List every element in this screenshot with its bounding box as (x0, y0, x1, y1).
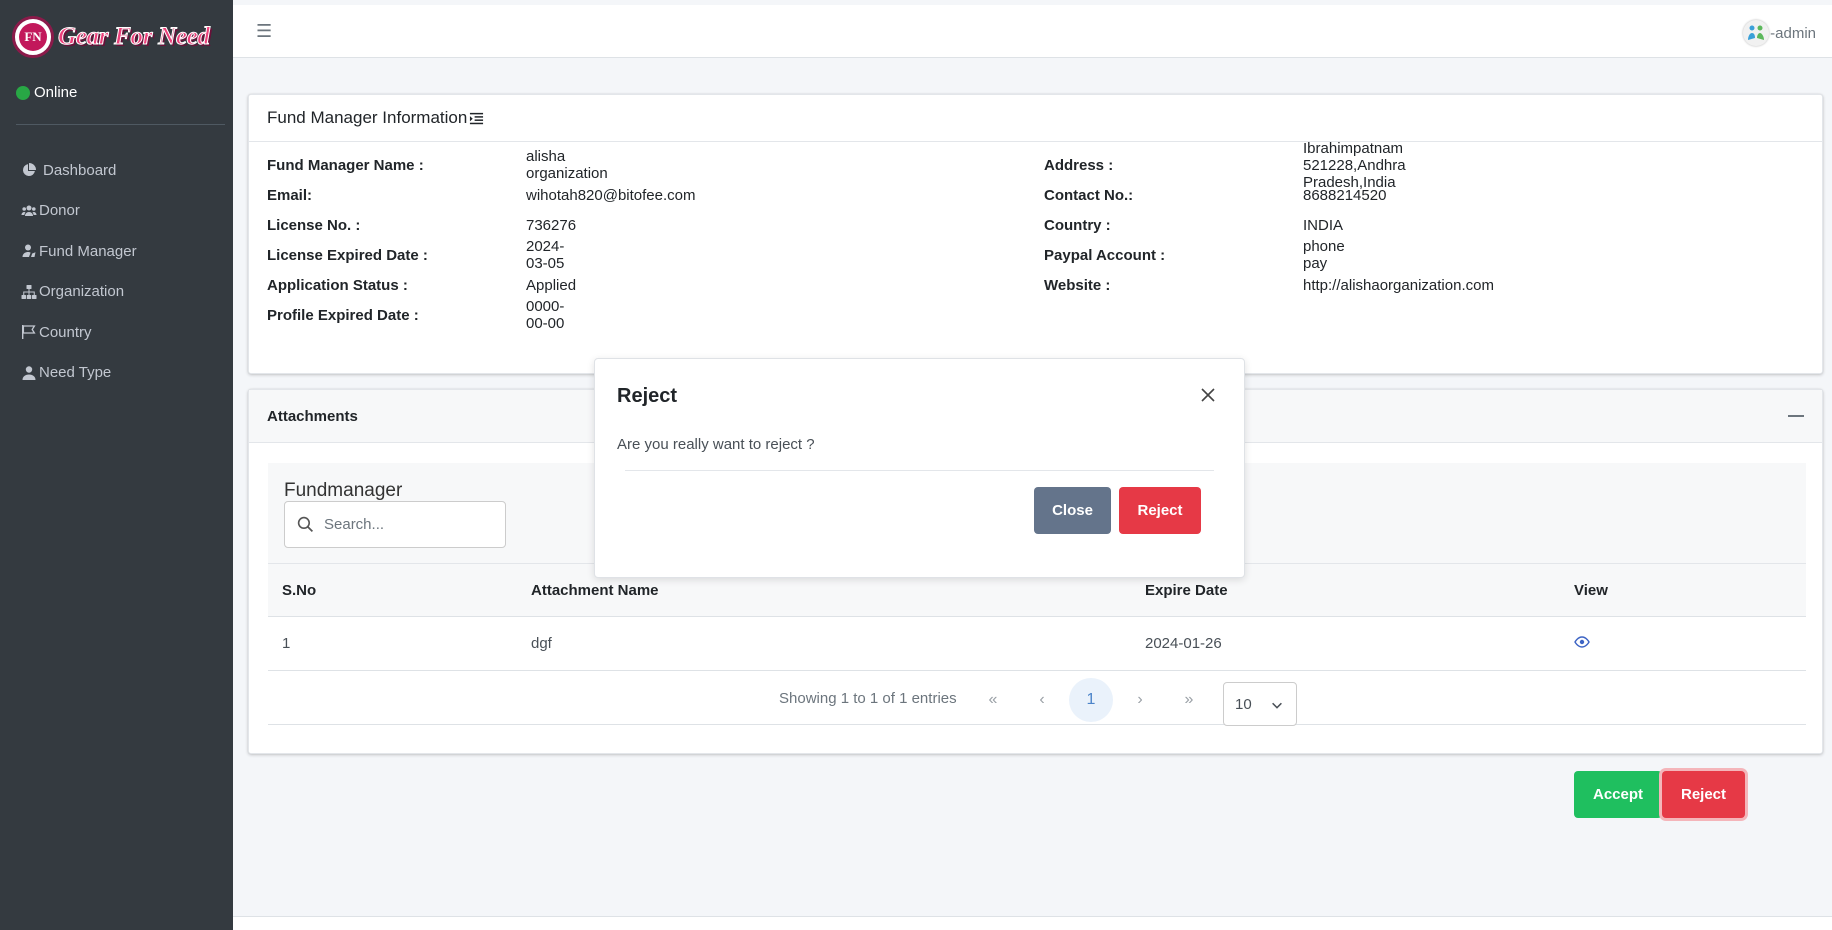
field-value: phone pay (1303, 238, 1345, 272)
prev-page-button[interactable]: ‹ (1020, 678, 1064, 722)
column-header-sno[interactable]: S.No (282, 582, 316, 599)
sidebar-nav: Dashboard Donor Fund Manager Organizatio… (0, 150, 233, 393)
field-value: Applied (526, 276, 577, 294)
cell-sno: 1 (282, 635, 291, 652)
page-button-1[interactable]: 1 (1069, 678, 1113, 722)
column-header-expire-date[interactable]: Expire Date (1145, 582, 1228, 599)
field-label: Fund Manager Name : (267, 156, 424, 174)
reject-modal: Reject Are you really want to reject ? C… (594, 358, 1245, 578)
sidebar: FN Gear For Need Online Dashboard Donor … (0, 0, 233, 930)
cell-expire-date: 2024-01-26 (1145, 635, 1222, 652)
field-value: http://alishaorganization.com (1303, 276, 1494, 294)
field-value: 0000-00-00 (526, 298, 565, 332)
modal-title: Reject (617, 385, 678, 407)
sidebar-item-country[interactable]: Country (0, 312, 233, 353)
sidebar-item-need-type[interactable]: Need Type (0, 353, 233, 394)
field-label: Address : (1044, 156, 1114, 174)
modal-message: Are you really want to reject ? (617, 436, 815, 453)
fund-manager-info-card: Fund Manager Information Fund Manager Na… (248, 94, 1823, 374)
sidebar-item-fund-manager[interactable]: Fund Manager (0, 231, 233, 272)
sidebar-item-label: Need Type (39, 364, 112, 382)
field-label: Website : (1044, 276, 1111, 294)
accept-button[interactable]: Accept (1574, 771, 1662, 818)
page-size-select[interactable]: 10 (1223, 682, 1297, 726)
logo-mark-text: FN (19, 23, 47, 51)
sidebar-item-label: Dashboard (43, 161, 117, 179)
sitemap-icon (21, 284, 37, 299)
reject-button[interactable]: Reject (1662, 771, 1745, 818)
field-label: License Expired Date : (267, 246, 428, 264)
sidebar-divider (16, 124, 225, 125)
page-size-value: 10 (1235, 695, 1252, 713)
pagination-info: Showing 1 to 1 of 1 entries (779, 690, 957, 707)
users-icon (21, 205, 37, 216)
user-menu[interactable]: -admin (1743, 20, 1816, 46)
field-value: Ibrahimpatnam 521228,Andhra Pradesh,Indi… (1303, 139, 1406, 191)
search-input[interactable] (324, 516, 484, 533)
column-header-view[interactable]: View (1574, 582, 1608, 599)
table-title: Fundmanager (284, 480, 403, 501)
attachments-title: Attachments (267, 407, 358, 425)
field-value: 8688214520 (1303, 186, 1387, 204)
user-name: -admin (1770, 24, 1816, 42)
next-page-button[interactable]: › (1118, 678, 1162, 722)
top-navbar: ☰ -admin (233, 5, 1832, 58)
field-value: INDIA (1303, 216, 1344, 234)
sidebar-item-donor[interactable]: Donor (0, 191, 233, 232)
online-label: Online (34, 84, 78, 101)
modal-divider (625, 470, 1214, 471)
hamburger-icon[interactable]: ☰ (256, 21, 272, 42)
info-card-title: Fund Manager Information (267, 108, 468, 127)
field-label: Contact No.: (1044, 186, 1134, 204)
online-status: Online (16, 84, 77, 101)
field-label: License No. : (267, 216, 361, 234)
info-card-header: Fund Manager Information (249, 95, 1822, 142)
brand-name: Gear For Need (58, 23, 211, 51)
online-dot-icon (16, 85, 30, 100)
table-row: 1 dgf 2024-01-26 (268, 617, 1806, 671)
field-label: Paypal Account : (1044, 246, 1166, 264)
collapse-icon[interactable] (1788, 415, 1804, 417)
modal-close-button[interactable]: Close (1034, 487, 1111, 534)
field-label: Email: (267, 186, 313, 204)
logo-mark: FN (12, 16, 54, 58)
sidebar-item-label: Organization (39, 283, 125, 301)
view-button[interactable] (1574, 634, 1590, 654)
field-value: alisha organization (526, 148, 608, 182)
field-value: wihotah820@bitofee.com (526, 186, 696, 204)
field-value: 736276 (526, 216, 577, 234)
user-check-icon (22, 366, 36, 380)
close-icon[interactable] (1200, 387, 1216, 403)
column-header-attachment-name[interactable]: Attachment Name (531, 582, 659, 599)
flag-icon (22, 325, 36, 340)
modal-reject-button[interactable]: Reject (1119, 487, 1201, 534)
pagination: Showing 1 to 1 of 1 entries « ‹ 1 › » 10 (268, 671, 1806, 726)
sidebar-item-label: Donor (39, 202, 80, 220)
search-icon (297, 516, 314, 533)
footer (233, 917, 1832, 930)
field-value: 2024-03-05 (526, 238, 565, 272)
sidebar-item-label: Country (39, 323, 92, 341)
eye-icon (1574, 636, 1590, 648)
pie-chart-icon (22, 163, 36, 177)
list-icon (470, 112, 484, 124)
avatar (1743, 20, 1770, 46)
sidebar-item-dashboard[interactable]: Dashboard (0, 150, 233, 191)
chevron-down-icon (1272, 702, 1282, 709)
field-label: Country : (1044, 216, 1111, 234)
field-label: Application Status : (267, 276, 408, 294)
cell-attachment-name: dgf (531, 635, 552, 652)
sidebar-item-organization[interactable]: Organization (0, 272, 233, 313)
search-box[interactable] (284, 501, 506, 548)
first-page-button[interactable]: « (971, 678, 1015, 722)
user-icon (22, 244, 36, 258)
brand-logo[interactable]: FN Gear For Need (12, 16, 224, 58)
avatar-icon (1748, 25, 1765, 40)
sidebar-item-label: Fund Manager (39, 242, 137, 260)
last-page-button[interactable]: » (1167, 678, 1211, 722)
field-label: Profile Expired Date : (267, 306, 419, 324)
